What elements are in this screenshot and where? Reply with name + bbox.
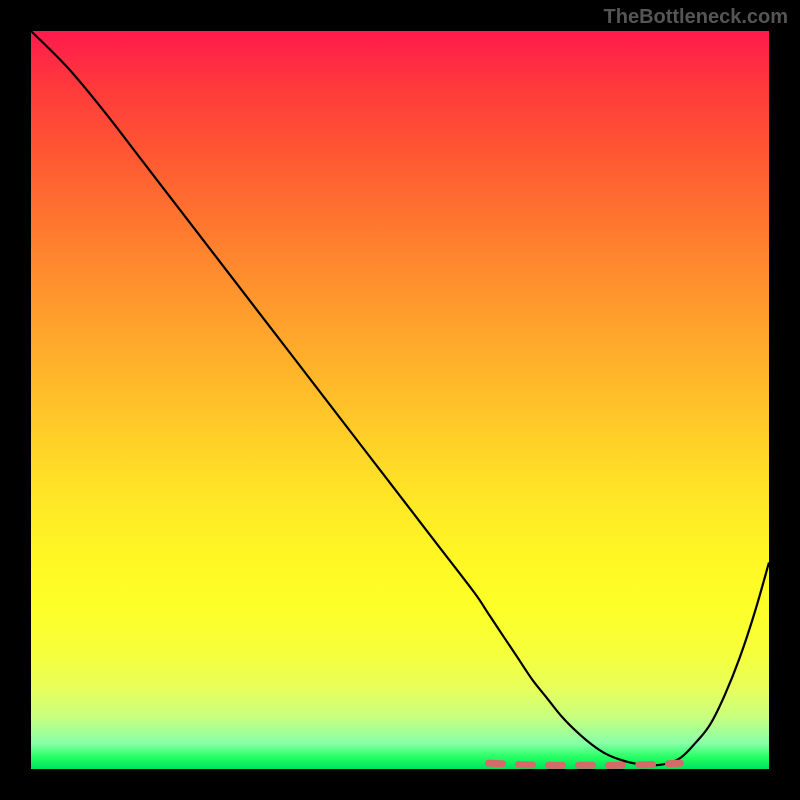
chart-plot-area xyxy=(31,31,769,769)
watermark-text: TheBottleneck.com xyxy=(604,6,788,29)
main-curve-path xyxy=(31,31,769,765)
chart-svg xyxy=(31,31,769,769)
highlighted-range-path xyxy=(489,763,681,765)
